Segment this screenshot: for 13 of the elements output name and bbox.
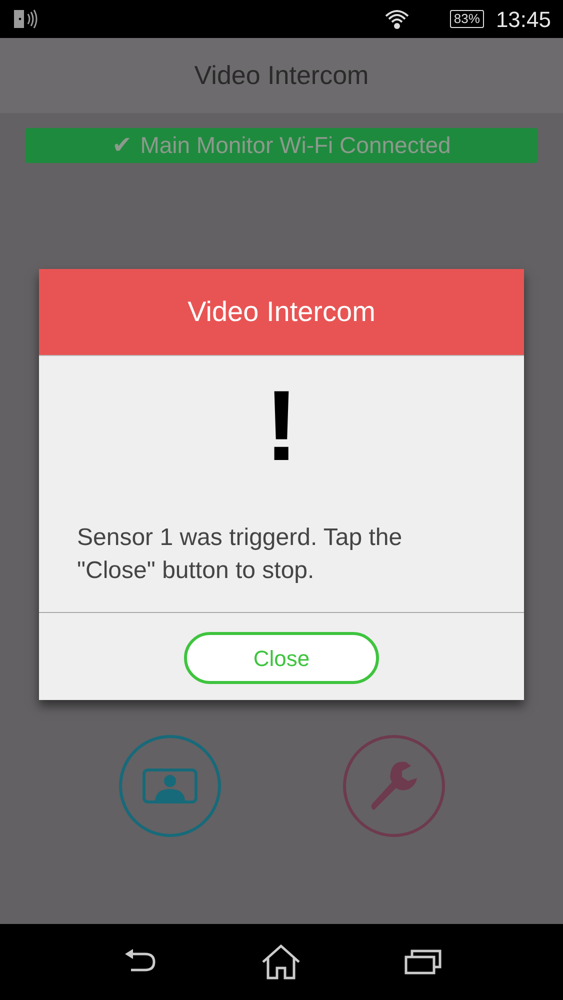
close-button[interactable]: Close <box>184 632 379 684</box>
battery-indicator: 83% <box>450 10 484 28</box>
check-icon: ✔ <box>112 128 132 164</box>
banner-text: Main Monitor Wi-Fi Connected <box>140 131 451 160</box>
home-icon[interactable] <box>260 944 302 980</box>
clock: 13:45 <box>496 6 551 34</box>
person-screen-icon <box>142 768 198 804</box>
wifi-icon <box>384 7 410 31</box>
app-title: Video Intercom <box>194 59 369 92</box>
dialog-message: Sensor 1 was triggerd. Tap the "Close" button to stop. <box>76 523 404 586</box>
dialog-title: Video Intercom <box>188 295 376 329</box>
exclamation-icon: ! <box>264 376 298 476</box>
recent-apps-icon[interactable] <box>404 948 442 976</box>
